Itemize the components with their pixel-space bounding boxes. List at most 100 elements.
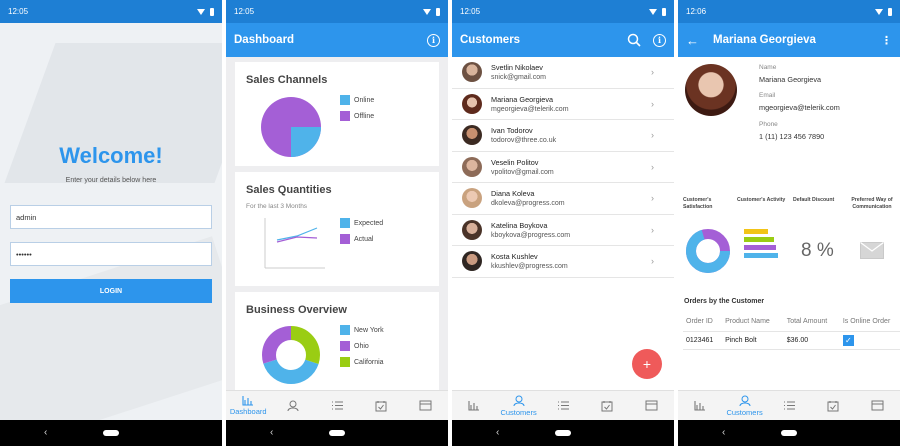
report-icon xyxy=(645,400,658,411)
list-item[interactable]: Ivan Todorov todorov@three.co.uk › xyxy=(452,120,674,152)
column-header: Total Amount xyxy=(783,312,840,332)
calendar-check-icon xyxy=(827,400,839,411)
page-title: Dashboard xyxy=(234,34,295,46)
tab-reports[interactable] xyxy=(404,391,448,420)
legend-expected: Expected xyxy=(354,219,384,227)
legend-new-york: New York xyxy=(354,326,384,334)
chevron-right-icon: › xyxy=(651,161,654,172)
chevron-right-icon: › xyxy=(651,256,654,266)
customer-email: kboykova@progress.com xyxy=(491,231,571,239)
system-nav-bar: ‹ xyxy=(0,420,222,446)
activity-bar xyxy=(744,253,778,258)
card-title: Business Overview xyxy=(246,304,347,316)
dashboard-body: Sales Channels Online Offline Sales Quan… xyxy=(226,57,448,390)
sales-channels-card[interactable]: Sales Channels Online Offline xyxy=(235,62,439,166)
tab-products[interactable] xyxy=(315,391,359,420)
tab-customers[interactable]: Customers xyxy=(722,391,766,420)
bar-chart-icon xyxy=(694,401,706,411)
tab-orders[interactable] xyxy=(359,391,403,420)
orders-table: Order ID Product Name Total Amount Is On… xyxy=(683,312,900,350)
tab-customers[interactable] xyxy=(270,391,314,420)
customer-name: Ivan Todorov xyxy=(491,126,533,136)
info-icon[interactable]: i xyxy=(427,33,440,47)
back-nav-icon[interactable]: ‹ xyxy=(270,427,273,438)
customer-name: Katelina Boykova xyxy=(491,220,548,230)
wifi-icon xyxy=(649,8,657,15)
dashboard-screen: 12:05 Dashboard i Sales Channels Online … xyxy=(226,0,448,446)
status-bar: 12:05 xyxy=(226,0,448,23)
card-title: Sales Channels xyxy=(246,74,328,86)
avatar xyxy=(685,64,737,116)
list-item[interactable]: Svetlin Nikolaev snick@gmail.com › xyxy=(452,57,674,89)
communication-header: Preferred Way of Communication xyxy=(851,197,893,210)
column-header: Order ID xyxy=(683,312,723,332)
phone-label: Phone xyxy=(759,121,778,128)
back-nav-icon[interactable]: ‹ xyxy=(496,427,499,438)
login-button[interactable]: LOGIN xyxy=(10,279,212,303)
business-overview-card[interactable]: Business Overview New York Ohio Californ… xyxy=(235,292,439,390)
calendar-check-icon xyxy=(601,400,613,411)
list-item[interactable]: Diana Koleva dkoleva@progress.com › xyxy=(452,183,674,215)
mail-icon xyxy=(860,242,884,259)
users-icon xyxy=(287,400,299,411)
actual-line xyxy=(276,236,318,243)
back-arrow-icon[interactable]: ← xyxy=(686,33,699,48)
password-field[interactable]: •••••• xyxy=(10,242,212,266)
avatar xyxy=(462,188,482,209)
chevron-right-icon: › xyxy=(651,67,654,77)
bar-chart-icon xyxy=(242,396,254,406)
back-nav-icon[interactable]: ‹ xyxy=(44,427,47,438)
tab-products[interactable] xyxy=(767,391,811,420)
online-order-checkbox[interactable]: ✓ xyxy=(842,334,854,346)
customer-email: kkushlev@progress.com xyxy=(491,263,568,271)
back-nav-icon[interactable]: ‹ xyxy=(722,427,725,438)
list-item[interactable]: Kosta Kushlev kkushlev@progress.com › xyxy=(452,246,674,278)
more-vertical-icon[interactable]: ⋮ xyxy=(881,34,892,47)
legend-offline: Offline xyxy=(354,112,375,120)
battery-icon xyxy=(662,7,666,16)
tab-reports[interactable] xyxy=(630,391,674,420)
tab-orders[interactable] xyxy=(811,391,855,420)
page-title: Mariana Georgieva xyxy=(713,34,816,46)
search-icon[interactable] xyxy=(627,33,641,47)
status-bar: 12:05 xyxy=(0,0,222,23)
list-item[interactable]: Mariana Georgieva mgeorgieva@telerik.com … xyxy=(452,89,674,120)
tab-orders[interactable] xyxy=(585,391,629,420)
table-row[interactable]: 0123461 Pinch Bolt $36.00 ✓ xyxy=(683,331,900,350)
app-bar: Dashboard i xyxy=(226,23,448,57)
tab-dashboard[interactable] xyxy=(678,391,722,420)
email-label: Email xyxy=(759,92,776,99)
sales-quantities-line-chart xyxy=(264,218,325,269)
home-nav-button[interactable] xyxy=(329,430,345,436)
orders-section-title: Orders by the Customer xyxy=(684,298,765,305)
add-customer-button[interactable]: + xyxy=(632,349,662,379)
tab-customers[interactable]: Customers xyxy=(496,391,540,420)
chevron-right-icon: › xyxy=(651,224,654,235)
customer-name: Svetlin Nikolaev xyxy=(491,63,543,73)
wifi-icon xyxy=(875,8,883,15)
name-label: Name xyxy=(759,64,777,71)
page-title: Customers xyxy=(460,34,521,46)
list-item[interactable]: Katelina Boykova kboykova@progress.com › xyxy=(452,215,674,246)
activity-bar xyxy=(744,229,768,234)
home-nav-button[interactable] xyxy=(103,430,119,436)
bar-chart-icon xyxy=(468,401,480,411)
home-nav-button[interactable] xyxy=(555,430,571,436)
tab-products[interactable] xyxy=(541,391,585,420)
business-overview-legend: New York Ohio California xyxy=(340,322,384,370)
sales-quantities-card[interactable]: Sales Quantities For the last 3 Months E… xyxy=(235,172,439,286)
home-nav-button[interactable] xyxy=(781,430,797,436)
tab-reports[interactable] xyxy=(856,391,900,420)
list-icon xyxy=(557,401,569,410)
username-field[interactable]: admin xyxy=(10,205,212,229)
list-item[interactable]: Veselin Politov vpolitov@gmail.com › xyxy=(452,152,674,183)
tab-dashboard[interactable]: Dashboard xyxy=(226,391,270,420)
users-icon xyxy=(739,395,751,406)
info-icon[interactable]: i xyxy=(653,33,666,47)
chevron-right-icon: › xyxy=(651,130,654,140)
activity-header: Customer's Activity xyxy=(737,197,786,203)
battery-icon xyxy=(436,7,440,16)
tab-customers-label: Customers xyxy=(726,407,763,417)
tab-dashboard[interactable] xyxy=(452,391,496,420)
avatar xyxy=(462,219,482,240)
